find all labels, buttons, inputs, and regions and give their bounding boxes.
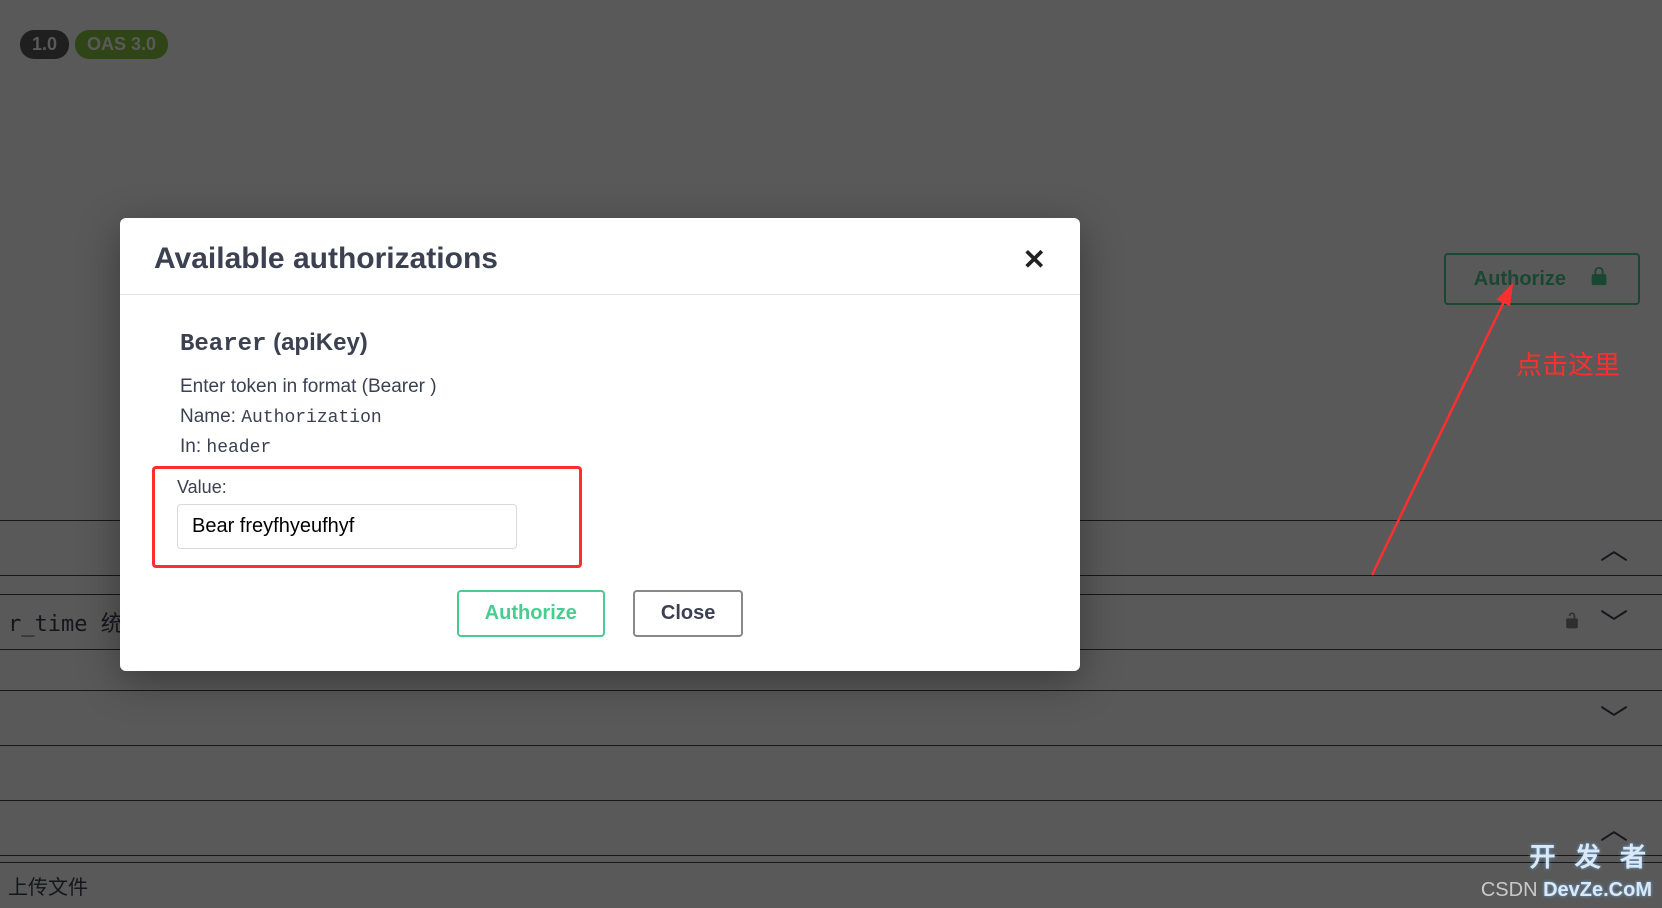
value-label: Value: <box>177 477 557 498</box>
token-input[interactable] <box>177 504 517 549</box>
modal-body: Bearer (apiKey) Enter token in format (B… <box>120 295 1080 578</box>
scheme-name-row: Name: Authorization <box>180 406 1032 428</box>
modal-title: Available authorizations <box>154 242 498 276</box>
modal-footer: Authorize Close <box>120 578 1080 671</box>
watermark-line2: CSDN DevZe.CoM <box>1481 879 1652 902</box>
modal-authorize-button[interactable]: Authorize <box>457 590 605 637</box>
modal-header: Available authorizations ✕ <box>120 218 1080 295</box>
scheme-description: Enter token in format (Bearer ) <box>180 376 1032 398</box>
scheme-type: (apiKey) <box>266 329 367 356</box>
watermark-line1: 开 发 者 <box>1530 837 1652 874</box>
scheme-in-row: In: header <box>180 436 1032 458</box>
value-highlight-box: Value: <box>152 466 582 568</box>
close-icon[interactable]: ✕ <box>1023 243 1046 276</box>
scheme-title: Bearer (apiKey) <box>180 329 1032 358</box>
modal-close-button[interactable]: Close <box>633 590 743 637</box>
annotation-text: 点击这里 <box>1516 345 1620 382</box>
authorizations-modal: Available authorizations ✕ Bearer (apiKe… <box>120 218 1080 671</box>
scheme-name: Bearer <box>180 331 266 358</box>
